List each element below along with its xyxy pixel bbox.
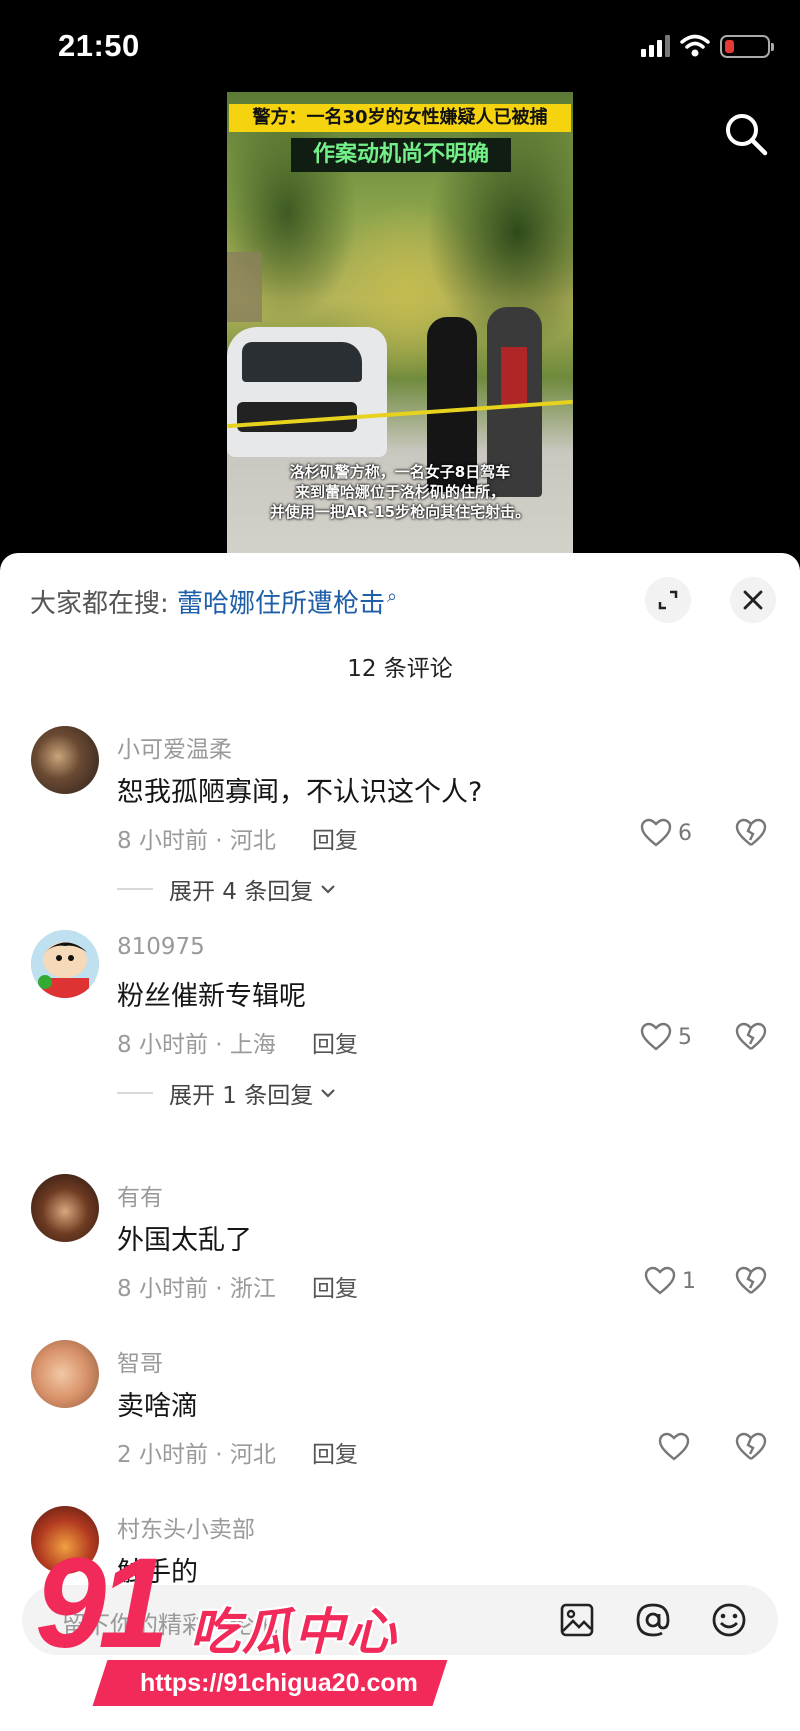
reply-button[interactable]: 回复 (312, 1025, 358, 1059)
like-count: 5 (678, 1024, 692, 1050)
status-time: 21:50 (58, 28, 140, 63)
close-icon (743, 590, 763, 610)
video-caption-mid: 作案动机尚不明确 (291, 138, 511, 172)
like-button[interactable] (658, 1432, 696, 1462)
battery-icon (720, 34, 774, 58)
avatar[interactable] (31, 1340, 99, 1408)
reply-button[interactable]: 回复 (312, 1269, 358, 1303)
video-caption-line: 并使用一把AR-15步枪向其住宅射击。 (269, 503, 531, 521)
wifi-icon (680, 34, 710, 57)
watermark-number: 91 (35, 1532, 169, 1675)
avatar[interactable] (31, 726, 99, 794)
heart-icon (658, 1432, 690, 1461)
avatar[interactable] (31, 930, 99, 998)
emoji-icon[interactable] (710, 1601, 748, 1639)
reply-button[interactable]: 回复 (312, 821, 358, 855)
chevron-down-icon (321, 1089, 336, 1098)
status-bar: 21:50 (0, 0, 800, 92)
cartoon-avatar-icon (31, 930, 99, 998)
comment-username[interactable]: 有有 (117, 1178, 163, 1212)
watermark-url: https://91chigua20.com (92, 1660, 448, 1706)
trending-link[interactable]: 蕾哈娜住所遭枪击 (177, 589, 385, 619)
broken-heart-icon[interactable] (735, 1266, 767, 1296)
like-count: 1 (682, 1268, 696, 1294)
comment-username[interactable]: 810975 (117, 934, 205, 960)
comment-text: 恕我孤陋寡闻，不认识这个人? (117, 777, 483, 808)
broken-heart-icon[interactable] (735, 1432, 767, 1462)
video-player[interactable]: 警方：一名30岁的女性嫌疑人已被捕 作案动机尚不明确 洛杉矶警方称，一名女子8日… (227, 92, 573, 553)
expand-replies-label: 展开 1 条回复 (169, 1083, 314, 1109)
status-icons (641, 34, 774, 58)
comment-username[interactable]: 智哥 (117, 1344, 163, 1378)
comment-text: 外国太乱了 (117, 1225, 252, 1256)
heart-icon (640, 1022, 672, 1051)
comment-meta: 8 小时前 · 河北 (117, 828, 276, 854)
search-icon[interactable] (722, 110, 770, 158)
video-caption-line: 洛杉矶警方称，一名女子8日驾车 (289, 463, 511, 481)
broken-heart-icon[interactable] (735, 818, 767, 848)
avatar[interactable] (31, 1174, 99, 1242)
search-small-icon: ⌕ (387, 586, 398, 607)
expand-icon (658, 590, 678, 610)
chevron-down-icon (321, 885, 336, 894)
comment-count: 12 条评论 (347, 656, 453, 682)
close-button[interactable] (730, 577, 776, 623)
heart-icon (640, 818, 672, 847)
watermark: 91 吃瓜中心 https://91chigua20.com (30, 1540, 450, 1725)
like-count: 6 (678, 820, 692, 846)
comment-text: 粉丝催新专辑呢 (117, 981, 306, 1012)
expand-replies[interactable]: 展开 4 条回复 (117, 872, 337, 906)
comment-text: 卖啥滴 (117, 1391, 198, 1422)
like-button[interactable]: 6 (640, 818, 692, 848)
mention-icon[interactable] (634, 1601, 672, 1639)
trending-search[interactable]: 大家都在搜: 蕾哈娜住所遭枪击 ⌕ (30, 583, 397, 620)
video-caption-top: 警方：一名30岁的女性嫌疑人已被捕 (229, 104, 571, 132)
watermark-url-text: https://91chigua20.com (140, 1669, 418, 1697)
like-button[interactable]: 1 (644, 1266, 696, 1296)
heart-icon (644, 1266, 676, 1295)
expand-replies-label: 展开 4 条回复 (169, 879, 314, 905)
comment-meta: 8 小时前 · 浙江 (117, 1276, 276, 1302)
expand-sheet-button[interactable] (645, 577, 691, 623)
video-caption-bottom: 洛杉矶警方称，一名女子8日驾车 来到蕾哈娜位于洛杉矶的住所， 并使用一把AR-1… (227, 462, 573, 522)
reply-button[interactable]: 回复 (312, 1435, 358, 1469)
video-caption-line: 来到蕾哈娜位于洛杉矶的住所， (294, 483, 505, 501)
expand-replies[interactable]: 展开 1 条回复 (117, 1076, 337, 1110)
watermark-brand: 吃瓜中心 (190, 1603, 398, 1661)
cellular-signal-icon (641, 35, 670, 57)
trending-prefix: 大家都在搜: (30, 589, 169, 619)
comment-meta: 8 小时前 · 上海 (117, 1032, 276, 1058)
image-icon[interactable] (558, 1601, 596, 1639)
comment-username[interactable]: 小可爱温柔 (117, 730, 232, 764)
broken-heart-icon[interactable] (735, 1022, 767, 1052)
comment-meta: 2 小时前 · 河北 (117, 1442, 276, 1468)
like-button[interactable]: 5 (640, 1022, 692, 1052)
